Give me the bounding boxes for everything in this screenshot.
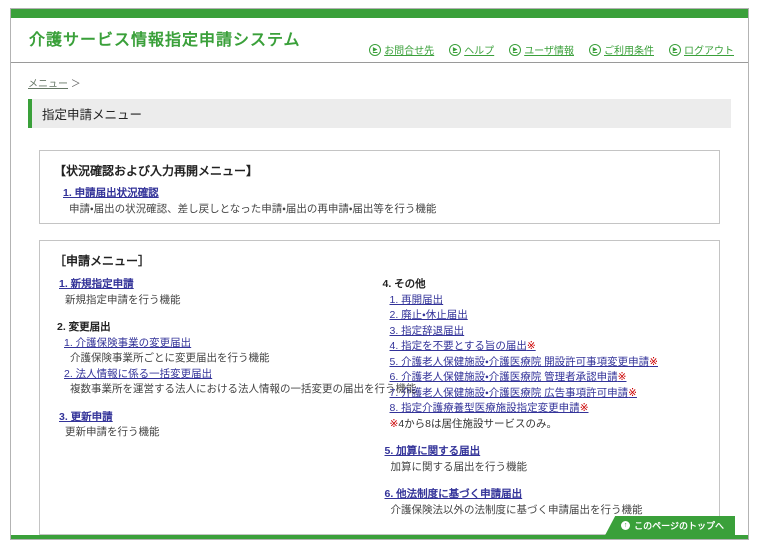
menu-link[interactable]: 6. 他法制度に基づく申請届出: [385, 487, 523, 503]
spacer: [380, 475, 706, 487]
menu-link-label: 1. 申請届出状況確認: [63, 187, 159, 199]
menu-description: 介護保険法以外の法制度に基づく申請届出を行う機能: [391, 503, 706, 519]
nav-link-logout[interactable]: ▶ログアウト: [669, 42, 734, 57]
menu-description: 新規指定申請を行う機能: [65, 293, 380, 309]
nav-link-label: ヘルプ: [464, 42, 494, 57]
nav-link-contact[interactable]: ▶お問合せ先: [369, 42, 434, 57]
menu-link[interactable]: 3. 指定辞退届出: [390, 324, 465, 340]
spacer: [54, 398, 380, 410]
menu-link-label: 1. 介護保険事業の変更届出: [64, 337, 191, 349]
note-mark: ※: [628, 387, 637, 399]
menu-link-label: 3. 更新申請: [59, 411, 113, 423]
header-nav: ▶お問合せ先▶ヘルプ▶ユーザ情報▶ご利用条件▶ログアウト: [369, 42, 734, 57]
menu-link[interactable]: 6. 介護老人保健施設・介護医療院 管理者承認申請※: [390, 370, 627, 386]
menu-description: 複数事業所を運営する法人における法人情報の一括変更の届出を行う機能: [70, 382, 380, 398]
circle-arrow-up-icon: ↑: [621, 521, 630, 530]
nav-link-user-info[interactable]: ▶ユーザ情報: [509, 42, 574, 57]
footer: ↑ このページのトップへ Copyright © Ministry of Hea…: [11, 535, 748, 540]
menu-link[interactable]: 1. 再開届出: [390, 293, 444, 309]
menu-link[interactable]: 4. 指定を不要とする旨の届出※: [390, 339, 536, 355]
nav-link-label: お問合せ先: [384, 42, 434, 57]
menu-description: 介護保険事業所ごとに変更届出を行う機能: [70, 351, 380, 367]
breadcrumb-link-menu[interactable]: メニュー: [28, 79, 68, 90]
application-menu-box: ［申請メニュー］ 1. 新規指定申請新規指定申請を行う機能 2. 変更届出1. 介…: [39, 240, 720, 535]
circle-arrow-right-icon: ▶: [669, 44, 681, 56]
menu-link-label: 3. 指定辞退届出: [390, 325, 465, 337]
page-top-button[interactable]: ↑ このページのトップへ: [605, 516, 735, 535]
menu-link[interactable]: 1. 新規指定申請: [59, 277, 134, 293]
note-mark: ※: [527, 340, 536, 352]
application-menu-left-column: 1. 新規指定申請新規指定申請を行う機能 2. 変更届出1. 介護保険事業の変更届…: [54, 277, 380, 518]
menu-link[interactable]: 8. 指定介護療養型医療施設指定変更申請※: [390, 401, 589, 417]
footer-accent-bar: [11, 535, 748, 540]
circle-arrow-right-icon: ▶: [509, 44, 521, 56]
menu-link-label: 8. 指定介護療養型医療施設指定変更申請: [390, 402, 580, 414]
menu-link[interactable]: 1. 申請届出状況確認: [63, 186, 159, 202]
status-menu-items: 1. 申請届出状況確認申請・届出の状況確認、差し戻しとなった申請・届出の再申請・…: [58, 186, 705, 217]
spacer: [380, 432, 706, 444]
breadcrumb: メニュー ＞: [28, 75, 731, 90]
menu-link-label: 6. 介護老人保健施設・介護医療院 管理者承認申請: [390, 371, 618, 383]
application-menu-columns: 1. 新規指定申請新規指定申請を行う機能 2. 変更届出1. 介護保険事業の変更届…: [54, 277, 705, 518]
menu-link-label: 5. 介護老人保健施設・介護医療院 開設許可事項変更申請: [390, 356, 650, 368]
menu-description: 申請・届出の状況確認、差し戻しとなった申請・届出の再申請・届出等を行う機能: [69, 202, 705, 218]
note-mark: ※: [618, 371, 627, 383]
menu-link[interactable]: 1. 介護保険事業の変更届出: [64, 336, 191, 352]
menu-heading: 2. 変更届出: [57, 320, 380, 336]
circle-arrow-right-icon: ▶: [449, 44, 461, 56]
page: 介護サービス情報指定申請システム ▶お問合せ先▶ヘルプ▶ユーザ情報▶ご利用条件▶…: [10, 8, 749, 540]
menu-link[interactable]: 3. 更新申請: [59, 410, 113, 426]
nav-link-label: ユーザ情報: [524, 42, 574, 57]
menu-link-label: 7. 介護老人保健施設・介護医療院 広告事項許可申請: [390, 387, 629, 399]
application-menu-title: ［申請メニュー］: [54, 252, 705, 269]
menu-link[interactable]: 7. 介護老人保健施設・介護医療院 広告事項許可申請※: [390, 386, 637, 402]
application-menu-right-column: 4. その他1. 再開届出 2. 廃止・休止届出 3. 指定辞退届出 4. 指定を不要…: [380, 277, 706, 518]
main-content: メニュー ＞ 指定申請メニュー 【状況確認および入力再開メニュー】 1. 申請届…: [11, 63, 748, 535]
menu-link-label: 6. 他法制度に基づく申請届出: [385, 488, 523, 500]
menu-heading: 4. その他: [383, 277, 706, 293]
note-mark: ※: [390, 418, 399, 430]
nav-link-label: ログアウト: [684, 42, 734, 57]
menu-link-label: 1. 再開届出: [390, 294, 444, 306]
menu-link[interactable]: 5. 介護老人保健施設・介護医療院 開設許可事項変更申請※: [390, 355, 658, 371]
menu-link-label: 4. 指定を不要とする旨の届出: [390, 340, 527, 352]
menu-link-label: 2. 廃止・休止届出: [390, 309, 468, 321]
spacer: [54, 308, 380, 320]
top-accent-bar: [11, 9, 748, 18]
circle-arrow-right-icon: ▶: [589, 44, 601, 56]
menu-link-label: 1. 新規指定申請: [59, 278, 134, 290]
note-mark: ※: [580, 402, 589, 414]
menu-link-label: 2. 法人情報に係る一括変更届出: [64, 368, 212, 380]
menu-description: 更新申請を行う機能: [65, 425, 380, 441]
menu-link[interactable]: 2. 廃止・休止届出: [390, 308, 468, 324]
app-title: 介護サービス情報指定申請システム: [29, 26, 301, 50]
nav-link-label: ご利用条件: [604, 42, 654, 57]
breadcrumb-separator: ＞: [71, 79, 81, 90]
menu-link-label: 5. 加算に関する届出: [385, 445, 481, 457]
header: 介護サービス情報指定申請システム ▶お問合せ先▶ヘルプ▶ユーザ情報▶ご利用条件▶…: [11, 18, 748, 63]
status-menu-box: 【状況確認および入力再開メニュー】 1. 申請届出状況確認申請・届出の状況確認、…: [39, 150, 720, 224]
page-title: 指定申請メニュー: [28, 99, 731, 128]
menu-note: ※4から8は居住施設サービスのみ。: [390, 417, 706, 433]
menu-link[interactable]: 5. 加算に関する届出: [385, 444, 481, 460]
note-mark: ※: [649, 356, 658, 368]
menu-note-label: 4から8は居住施設サービスのみ。: [398, 418, 557, 430]
nav-link-terms[interactable]: ▶ご利用条件: [589, 42, 654, 57]
page-top-button-label: このページのトップへ: [634, 519, 724, 532]
nav-link-help[interactable]: ▶ヘルプ: [449, 42, 494, 57]
status-menu-title: 【状況確認および入力再開メニュー】: [54, 162, 705, 179]
menu-link[interactable]: 2. 法人情報に係る一括変更届出: [64, 367, 212, 383]
menu-description: 加算に関する届出を行う機能: [391, 460, 706, 476]
circle-arrow-right-icon: ▶: [369, 44, 381, 56]
